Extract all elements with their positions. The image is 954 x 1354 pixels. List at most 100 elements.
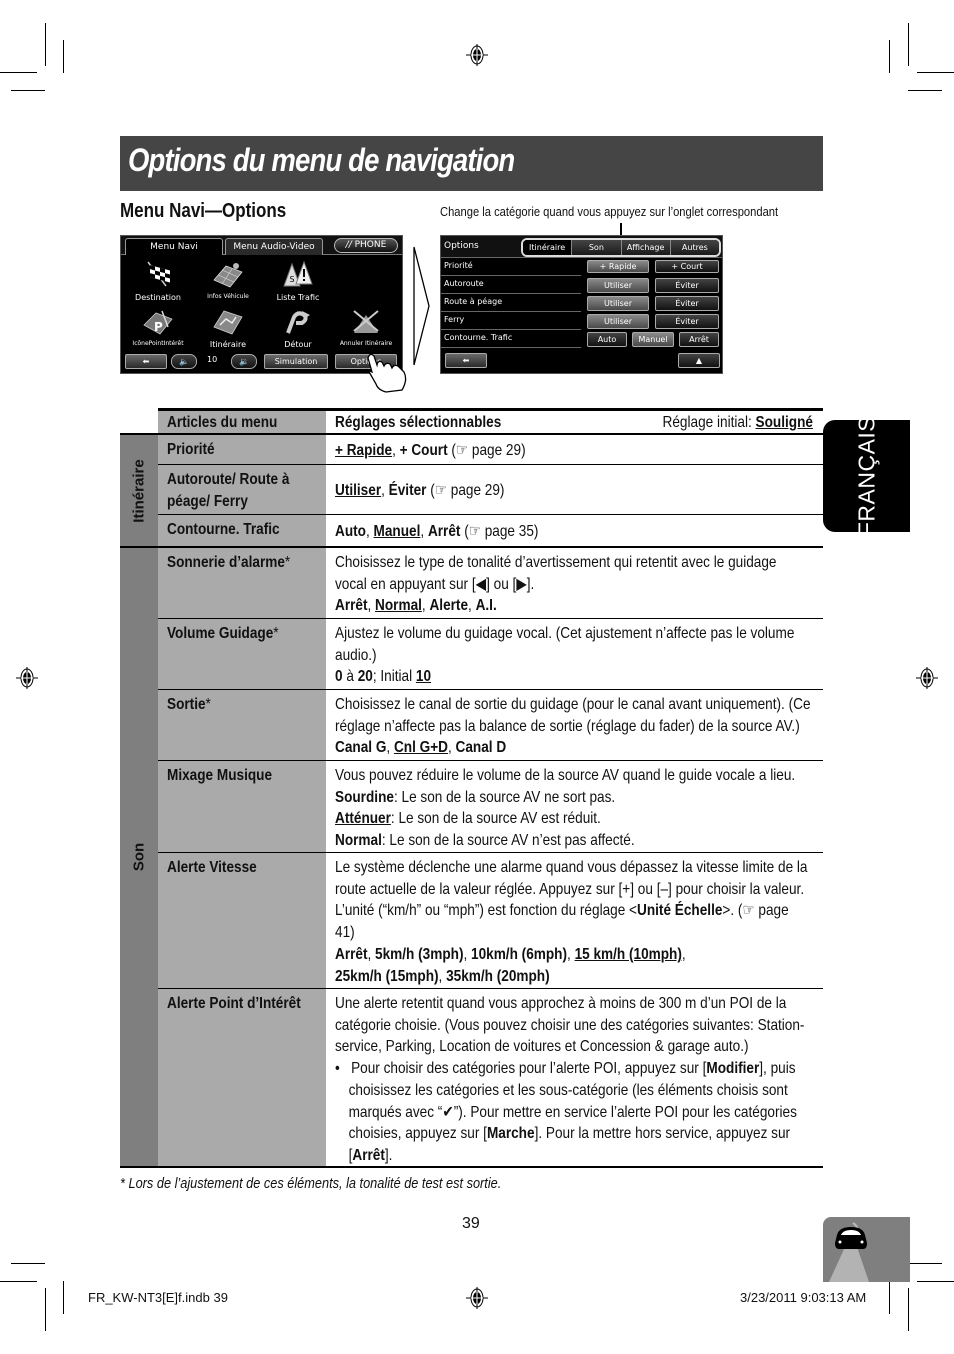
range-separator: à [342,668,358,686]
menu-item-traffic-list[interactable]: S Liste Trafic [267,260,329,302]
initial-label: Réglage initial: [662,414,756,431]
priorite-court-button[interactable]: + Court [655,260,719,273]
option-row-ferry: Ferry [441,312,581,330]
table-row: Volume Guidage* Ajustez le volume du gui… [158,618,823,689]
crop-mark [917,1281,954,1282]
setting-option: Arrêt [335,597,368,615]
crop-mark [0,1281,37,1282]
back-button[interactable]: ⬅ [125,354,167,369]
poi-parking-icon: P [143,310,173,335]
menu-item-poi-icon[interactable]: P IcônePointIntérêt [127,307,189,347]
group-side-label: Itinéraire [120,435,158,546]
peage-eviter-button[interactable]: Éviter [655,296,719,311]
table-row: Priorité + Rapide, + Court (☞ page 29) [158,435,823,464]
table-row: Contourne. Trafic Auto, Manuel, Arrêt (☞… [158,514,823,548]
registration-mark-icon [466,44,488,66]
page-ref-icon: ☞ [468,523,481,540]
crop-mark [45,1288,46,1331]
option-label: Contourne. Trafic [444,333,513,342]
initial-label: ; Initial [372,668,416,686]
page-number: 39 [462,1215,480,1232]
button-ref-modifier: Modifier [706,1060,760,1078]
menu-item-label: Liste Trafic [276,293,320,302]
menu-item-label: Annuler Itinéraire [339,340,393,347]
volume-up-button[interactable]: 🔉 [231,354,257,369]
header-cell-items: Articles du menu [158,411,326,435]
row-description: Le système déclenche une alarme quand vo… [335,859,808,985]
menu-item-label: IcônePointIntérêt [132,340,184,347]
setting-option: Éviter [388,482,427,499]
tab-affichage[interactable]: Affichage [621,240,671,255]
pointing-hand-icon [366,353,407,393]
table-row: Alerte Vitesse Le système déclenche une … [158,852,823,988]
language-label: FRANÇAIS [853,415,879,537]
section-title: Menu Navi—Options [120,200,287,222]
autoroute-utiliser-button[interactable]: Utiliser [587,278,649,293]
option-label: Route à péage [444,297,503,306]
menu-item-detour[interactable]: Détour [267,307,329,349]
phone-icon: ∕∕ [345,240,355,250]
tab-menu-navi[interactable]: Menu Navi [125,238,223,255]
button-ref-marche: Marche [486,1125,535,1143]
row-settings: + Rapide, + Court (☞ page 29) [335,442,526,459]
autoroute-eviter-button[interactable]: Éviter [655,278,719,293]
setting-default: 15 km/h (10mph) [574,945,682,963]
page-ref: page 29 [471,442,522,459]
group-itineraire: Itinéraire Priorité + Rapide, + Court (☞… [120,433,823,546]
traffic-warning-icon: S [283,260,313,287]
phone-button[interactable]: ∕∕ PHONE [334,238,398,253]
crop-mark [908,1263,942,1264]
setting-option: 35km/h (20mph) [446,967,550,985]
bullet-text: ]. [384,1146,393,1164]
option-label: Ferry [444,315,465,324]
setting-default: 10 [415,668,432,686]
trafic-manuel-button[interactable]: Manuel [632,332,674,347]
bullet-text: Pour choisir des catégories pour l’alert… [351,1060,707,1078]
crop-mark [63,1281,64,1314]
route-map-icon [213,310,243,335]
row-item-name: Mixage Musique [167,767,273,784]
setting-default: Cnl G+D [393,739,448,757]
callout-text: Change la catégorie quand vous appuyez s… [440,204,779,219]
option-desc: : Le son de la source AV ne sort pas. [393,788,616,806]
description-text: Choisissez le type de tonalité d’avertis… [335,554,777,593]
ferry-eviter-button[interactable]: Éviter [655,314,719,329]
peage-utiliser-button[interactable]: Utiliser [587,296,649,311]
priorite-rapide-button[interactable]: + Rapide [587,260,649,273]
tab-son[interactable]: Son [572,240,622,255]
setting-option: + Court [399,442,448,459]
screen-options: Options Itinéraire Son Affichage Autres … [440,235,723,374]
trafic-arret-button[interactable]: Arrêt [679,332,719,347]
row-item-name: Sonnerie d’alarme* [167,554,291,571]
navigation-arrow-icon: ▲ [695,356,703,365]
tab-menu-audio-video[interactable]: Menu Audio-Video [225,238,323,255]
row-description: Une alerte retentit quand vous approchez… [335,993,811,1167]
crop-mark [45,23,46,66]
header-items-label: Articles du menu [167,414,278,431]
simulation-button[interactable]: Simulation [264,354,328,369]
tab-itineraire[interactable]: Itinéraire [523,240,573,255]
volume-value: 10 [207,355,218,364]
crop-mark [908,1288,909,1331]
menu-item-cancel-route[interactable]: Annuler Itinéraire [335,307,397,347]
menu-item-label: Destination [135,293,181,302]
option-label: Priorité [444,261,473,270]
menu-item-vehicle-info[interactable]: Infos Véhicule [197,260,259,300]
description-text: Choisissez le canal de sortie du guidage… [335,696,811,735]
option-row-contourne-trafic: Contourne. Trafic [441,330,581,348]
row-description: Choisissez le type de tonalité d’avertis… [335,554,777,615]
page-title-bar: Options du menu de navigation [120,136,823,191]
navigation-arrow-button[interactable]: ▲ [678,353,720,368]
table-row: Mixage Musique Vous pouvez réduire le vo… [158,760,823,852]
ferry-utiliser-button[interactable]: Utiliser [587,314,649,329]
menu-item-route[interactable]: Itinéraire [197,307,259,349]
tab-autres[interactable]: Autres [670,240,719,255]
group-name: Itinéraire [130,458,148,523]
range-max: 20 [357,668,373,686]
volume-down-button[interactable]: 🔈 [171,354,197,369]
menu-item-destination[interactable]: Destination [127,260,189,302]
menu-item-label: Détour [284,340,312,349]
trafic-auto-button[interactable]: Auto [587,332,627,347]
option-row-route-peage: Route à péage [441,294,581,312]
back-button[interactable]: ⬅ [445,353,487,368]
